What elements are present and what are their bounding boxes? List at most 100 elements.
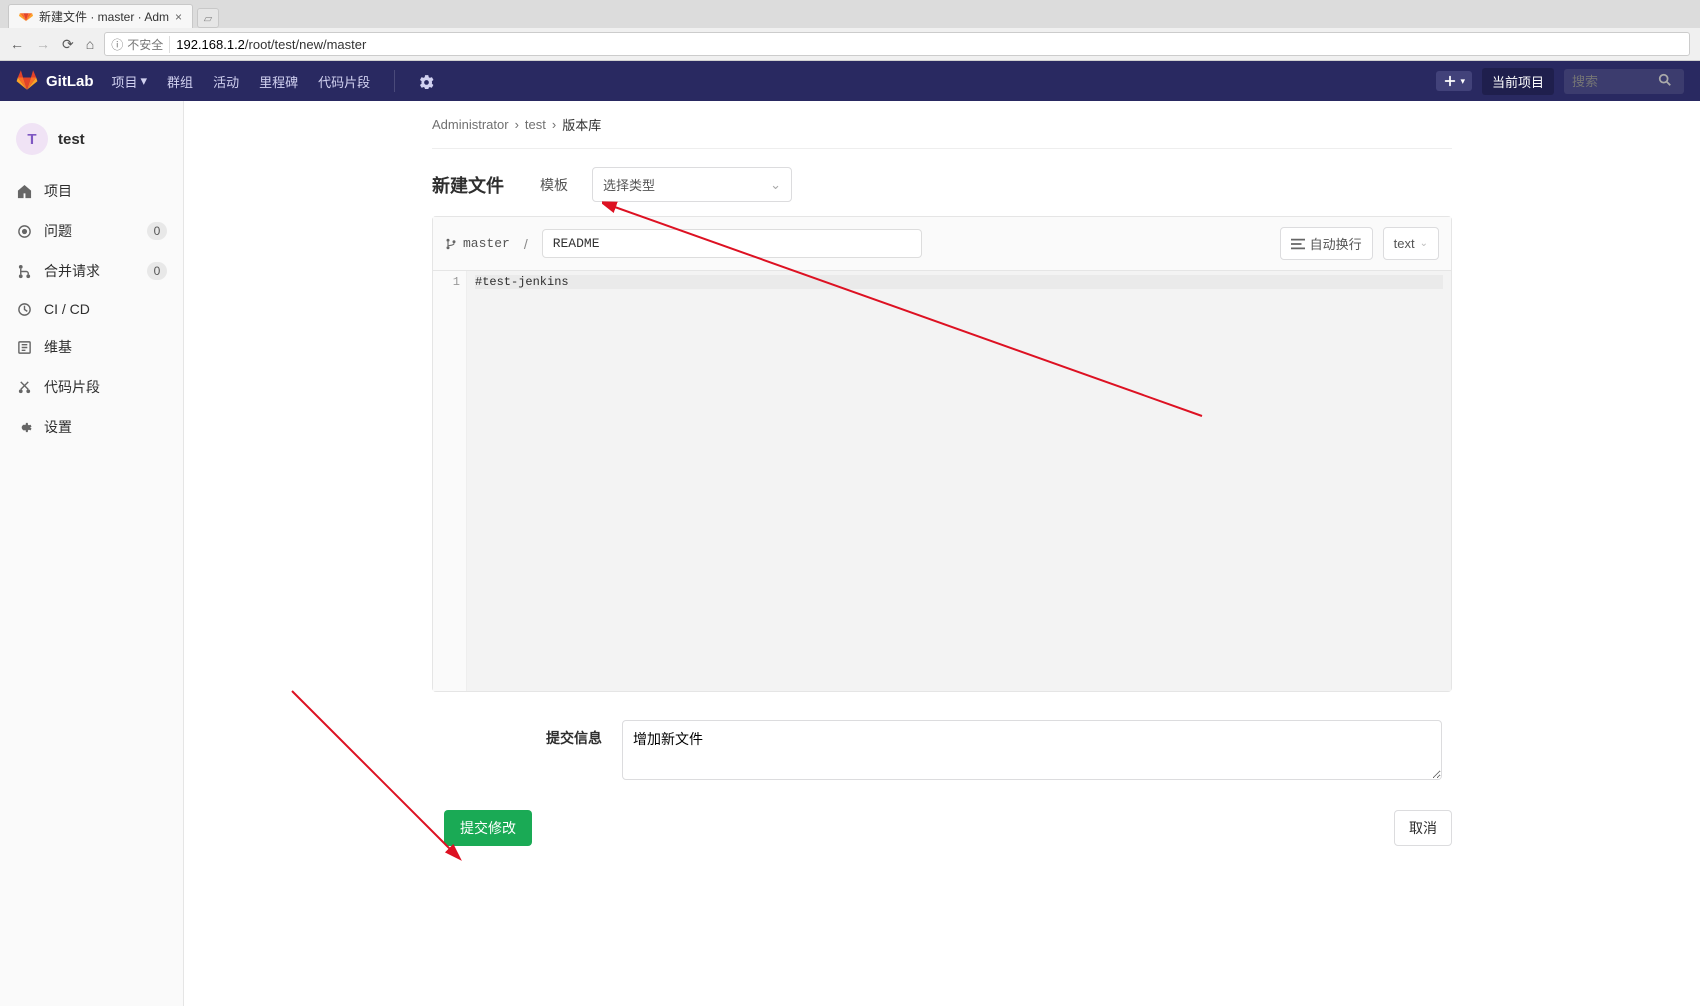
template-select[interactable]: 选择类型 ⌄ (592, 167, 792, 202)
soft-wrap-toggle[interactable]: 自动换行 (1280, 227, 1373, 260)
commit-section: 提交信息 (432, 692, 1452, 780)
info-icon: ⓘ (111, 36, 123, 53)
template-select-value: 选择类型 (603, 175, 655, 194)
breadcrumb-project[interactable]: test (525, 117, 546, 132)
top-nav: GitLab 项目 ▾ 群组 活动 里程碑 代码片段 ▾ 当前项目 (0, 61, 1700, 101)
merge-icon (16, 264, 32, 279)
forward-icon[interactable]: → (36, 36, 50, 53)
main-content: Administrator › test › 版本库 新建文件 模板 选择类型 … (184, 101, 1700, 1006)
code-editor[interactable]: 1 #test-jenkins (433, 271, 1451, 691)
cancel-button[interactable]: 取消 (1394, 810, 1452, 846)
settings-icon (16, 420, 32, 435)
sidebar-item-ci[interactable]: CI / CD (0, 291, 183, 327)
admin-wrench-icon[interactable] (419, 74, 434, 89)
search-input[interactable] (1572, 74, 1652, 89)
wiki-icon (16, 340, 32, 355)
warning-text: 不安全 (127, 36, 163, 53)
browser-tab[interactable]: 新建文件 · master · Adm × (8, 4, 193, 28)
submit-button[interactable]: 提交修改 (444, 810, 532, 846)
sidebar-item-home[interactable]: 项目 (0, 171, 183, 211)
tab-title: 新建文件 · master · Adm (39, 8, 169, 25)
sidebar-item-label: 合并请求 (44, 261, 100, 281)
search-icon[interactable] (1658, 73, 1672, 90)
sidebar-item-merge[interactable]: 合并请求 0 (0, 251, 183, 291)
ci-icon (16, 302, 32, 317)
current-project-button[interactable]: 当前项目 (1482, 68, 1554, 95)
issues-icon (16, 224, 32, 239)
branch-name: master (463, 236, 510, 251)
tab-bar: 新建文件 · master · Adm × ▱ (0, 0, 1700, 28)
sidebar-item-wiki[interactable]: 维基 (0, 327, 183, 367)
nav-groups[interactable]: 群组 (167, 72, 193, 91)
address-bar: ← → ⟳ ⌂ ⓘ 不安全 192.168.1.2/root/test/new/… (0, 28, 1700, 60)
path-separator: / (524, 236, 528, 252)
chevron-down-icon: ▾ (141, 73, 148, 89)
tab-favicon (19, 8, 33, 25)
sidebar-project-header[interactable]: T test (0, 113, 183, 171)
sidebar-item-label: 项目 (44, 181, 72, 201)
address-input[interactable]: ⓘ 不安全 192.168.1.2/root/test/new/master (104, 32, 1690, 56)
editor-area: master / 自动换行 text ⌄ (432, 216, 1452, 692)
code-line: #test-jenkins (475, 275, 1443, 289)
chevron-down-icon: ▾ (1460, 76, 1465, 87)
sidebar: T test 项目问题 0 合并请求 0 CI / CD 维基代码片段设置 (0, 101, 184, 1006)
wrap-label: 自动换行 (1310, 234, 1362, 253)
nav-links: 项目 ▾ 群组 活动 里程碑 代码片段 (112, 70, 435, 92)
sidebar-item-label: 设置 (44, 417, 72, 437)
nav-milestones[interactable]: 里程碑 (259, 72, 298, 91)
line-gutter: 1 (433, 271, 467, 691)
file-header: master / 自动换行 text ⌄ (433, 217, 1451, 271)
count-badge: 0 (147, 222, 167, 240)
url-text: 192.168.1.2/root/test/new/master (176, 37, 366, 52)
home-icon (16, 184, 32, 199)
sidebar-item-snippets[interactable]: 代码片段 (0, 367, 183, 407)
nav-projects[interactable]: 项目 ▾ (112, 72, 148, 91)
commit-label: 提交信息 (532, 720, 602, 780)
snippets-icon (16, 380, 32, 395)
line-number: 1 (433, 275, 460, 289)
reload-icon[interactable]: ⟳ (62, 36, 74, 53)
form-actions: 提交修改 取消 (432, 780, 1452, 846)
new-tab-button[interactable]: ▱ (197, 8, 219, 28)
language-select[interactable]: text ⌄ (1383, 227, 1439, 260)
sidebar-item-label: 代码片段 (44, 377, 100, 397)
filename-input[interactable] (542, 229, 922, 258)
back-icon[interactable]: ← (10, 36, 24, 53)
chevron-down-icon: ⌄ (1420, 238, 1428, 249)
commit-message-input[interactable] (622, 720, 1442, 780)
sidebar-item-settings[interactable]: 设置 (0, 407, 183, 447)
template-label: 模板 (540, 175, 568, 195)
nav-activity[interactable]: 活动 (213, 72, 239, 91)
browser-chrome: 新建文件 · master · Adm × ▱ ← → ⟳ ⌂ ⓘ 不安全 19… (0, 0, 1700, 61)
branch-indicator: master (445, 236, 510, 251)
wrap-icon (1291, 238, 1305, 250)
brand-text: GitLab (46, 73, 94, 90)
count-badge: 0 (147, 262, 167, 280)
nav-snippets[interactable]: 代码片段 (318, 72, 370, 91)
sidebar-item-issues[interactable]: 问题 0 (0, 211, 183, 251)
new-dropdown[interactable]: ▾ (1436, 71, 1472, 91)
sidebar-item-label: 问题 (44, 221, 72, 241)
sidebar-item-label: 维基 (44, 337, 72, 357)
home-icon[interactable]: ⌂ (86, 36, 94, 53)
close-icon[interactable]: × (175, 10, 182, 24)
nav-controls: ← → ⟳ ⌂ (10, 36, 94, 53)
project-name: test (58, 131, 85, 148)
breadcrumb-repo: 版本库 (562, 115, 601, 134)
page-title-row: 新建文件 模板 选择类型 ⌄ (432, 149, 1452, 216)
page-title: 新建文件 (432, 172, 504, 198)
lang-label: text (1394, 236, 1415, 251)
sidebar-item-label: CI / CD (44, 301, 90, 317)
divider (394, 70, 395, 92)
breadcrumb: Administrator › test › 版本库 (432, 101, 1452, 149)
chevron-down-icon: ⌄ (770, 177, 781, 193)
branch-icon (445, 237, 457, 251)
code-body[interactable]: #test-jenkins (467, 271, 1451, 691)
gitlab-logo-icon (16, 69, 38, 94)
search-box[interactable] (1564, 69, 1684, 94)
breadcrumb-admin[interactable]: Administrator (432, 117, 509, 132)
nav-right: ▾ 当前项目 (1436, 68, 1684, 95)
security-warning: ⓘ 不安全 (111, 36, 170, 53)
project-avatar: T (16, 123, 48, 155)
brand[interactable]: GitLab (16, 69, 94, 94)
